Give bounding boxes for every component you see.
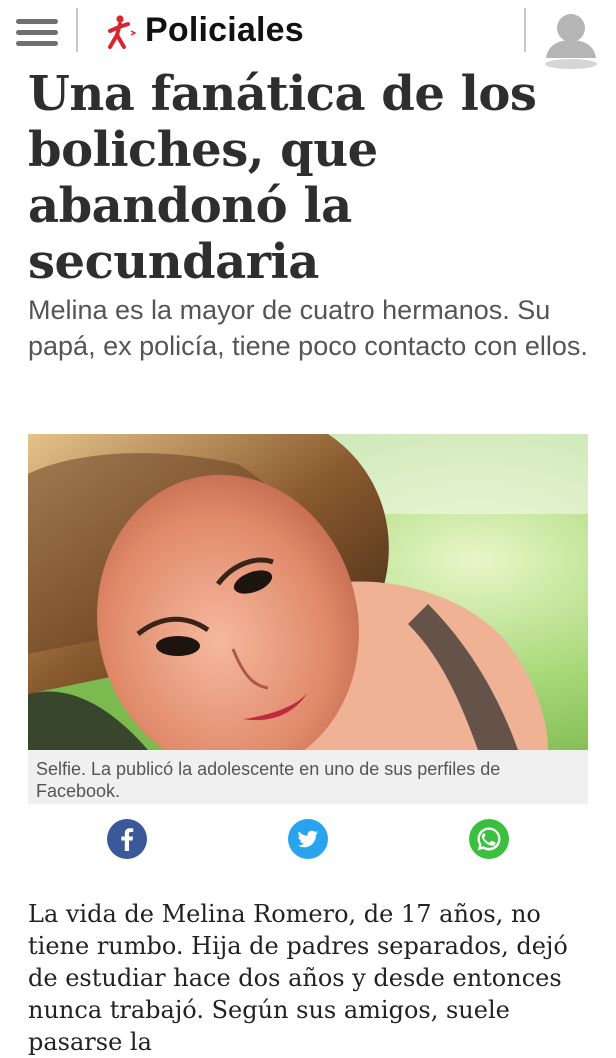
article-subheadline: Melina es la mayor de cuatro hermanos. S… [28, 295, 588, 361]
share-facebook-button[interactable] [106, 818, 148, 860]
header-divider-right [524, 8, 526, 52]
top-navigation-bar: Policiales [0, 0, 616, 69]
twitter-icon [288, 819, 328, 859]
article-body-paragraph: La vida de Melina Romero, de 17 años, no… [28, 900, 568, 1056]
article-photo[interactable] [28, 434, 588, 750]
share-whatsapp-button[interactable] [468, 818, 510, 860]
selfie-photo-image [28, 434, 588, 750]
user-avatar-icon[interactable] [540, 6, 602, 70]
header-divider-left [76, 8, 78, 52]
section-title[interactable]: Policiales [145, 10, 304, 50]
hamburger-menu-icon[interactable] [16, 17, 60, 49]
article-headline: Una fanática de los boliches, que abando… [28, 66, 537, 290]
whatsapp-icon [469, 819, 509, 859]
running-figure-logo-icon[interactable] [104, 14, 138, 50]
facebook-icon [107, 819, 147, 859]
share-twitter-button[interactable] [287, 818, 329, 860]
photo-caption: Selfie. La publicó la adolescente en uno… [28, 750, 588, 804]
